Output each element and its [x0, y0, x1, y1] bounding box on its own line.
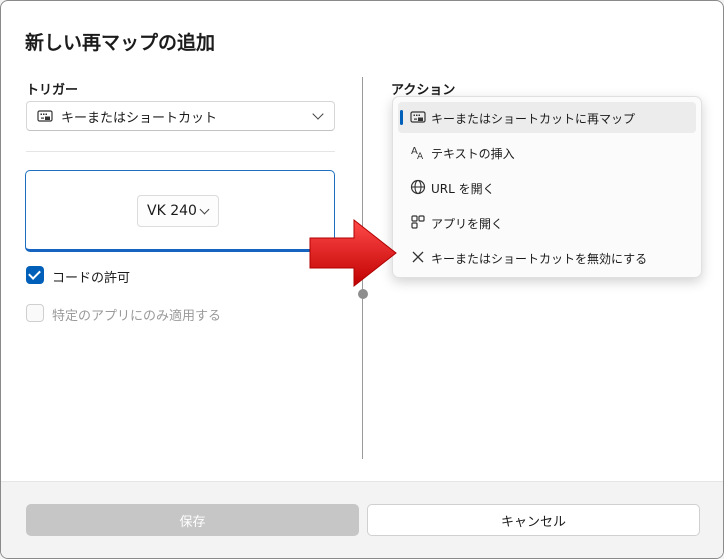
- menu-item-disable[interactable]: キーまたはショートカットを無効にする: [398, 242, 696, 273]
- separator-handle: [358, 289, 368, 299]
- svg-text:A: A: [417, 152, 424, 160]
- selection-indicator: [400, 110, 403, 125]
- trigger-divider: [26, 151, 335, 152]
- trigger-type-value: キーまたはショートカット: [61, 110, 218, 126]
- app-specific-checkbox[interactable]: [26, 304, 44, 322]
- chevron-down-icon: [199, 204, 210, 215]
- menu-item-open-url[interactable]: URL を開く: [398, 172, 696, 203]
- app-specific-label: 特定のアプリにのみ適用する: [52, 309, 222, 324]
- dialog-title: 新しい再マップの追加: [25, 32, 216, 54]
- save-button[interactable]: 保存: [26, 504, 359, 536]
- key-dropdown[interactable]: VK 240: [137, 195, 219, 227]
- trigger-label: トリガー: [26, 83, 79, 98]
- globe-icon: [410, 179, 426, 195]
- menu-item-label: テキストの挿入: [431, 147, 515, 161]
- menu-item-remap[interactable]: キーまたはショートカットに再マップ: [398, 102, 696, 133]
- menu-item-open-app[interactable]: アプリを開く: [398, 207, 696, 238]
- menu-item-label: キーまたはショートカットに再マップ: [431, 112, 636, 126]
- chevron-down-icon: [312, 108, 324, 120]
- menu-item-insert-text[interactable]: A A テキストの挿入: [398, 137, 696, 168]
- menu-item-label: URL を開く: [431, 182, 495, 196]
- key-value: VK 240: [147, 203, 197, 219]
- arrow-annotation-icon: [309, 218, 397, 288]
- text-icon: A A: [411, 146, 424, 160]
- allow-code-checkbox[interactable]: [26, 266, 44, 284]
- keyboard-icon: [37, 110, 53, 122]
- menu-item-label: キーまたはショートカットを無効にする: [431, 252, 648, 266]
- close-icon: [412, 251, 424, 263]
- action-dropdown-menu: キーまたはショートカットに再マップ A A テキストの挿入 URL を開く アプ: [392, 96, 702, 278]
- trigger-type-dropdown[interactable]: キーまたはショートカット: [26, 101, 335, 131]
- allow-code-label: コードの許可: [52, 271, 131, 286]
- keyboard-icon: [410, 111, 426, 123]
- cancel-button[interactable]: キャンセル: [367, 504, 700, 536]
- app-icon: [411, 215, 425, 229]
- menu-item-label: アプリを開く: [431, 217, 504, 231]
